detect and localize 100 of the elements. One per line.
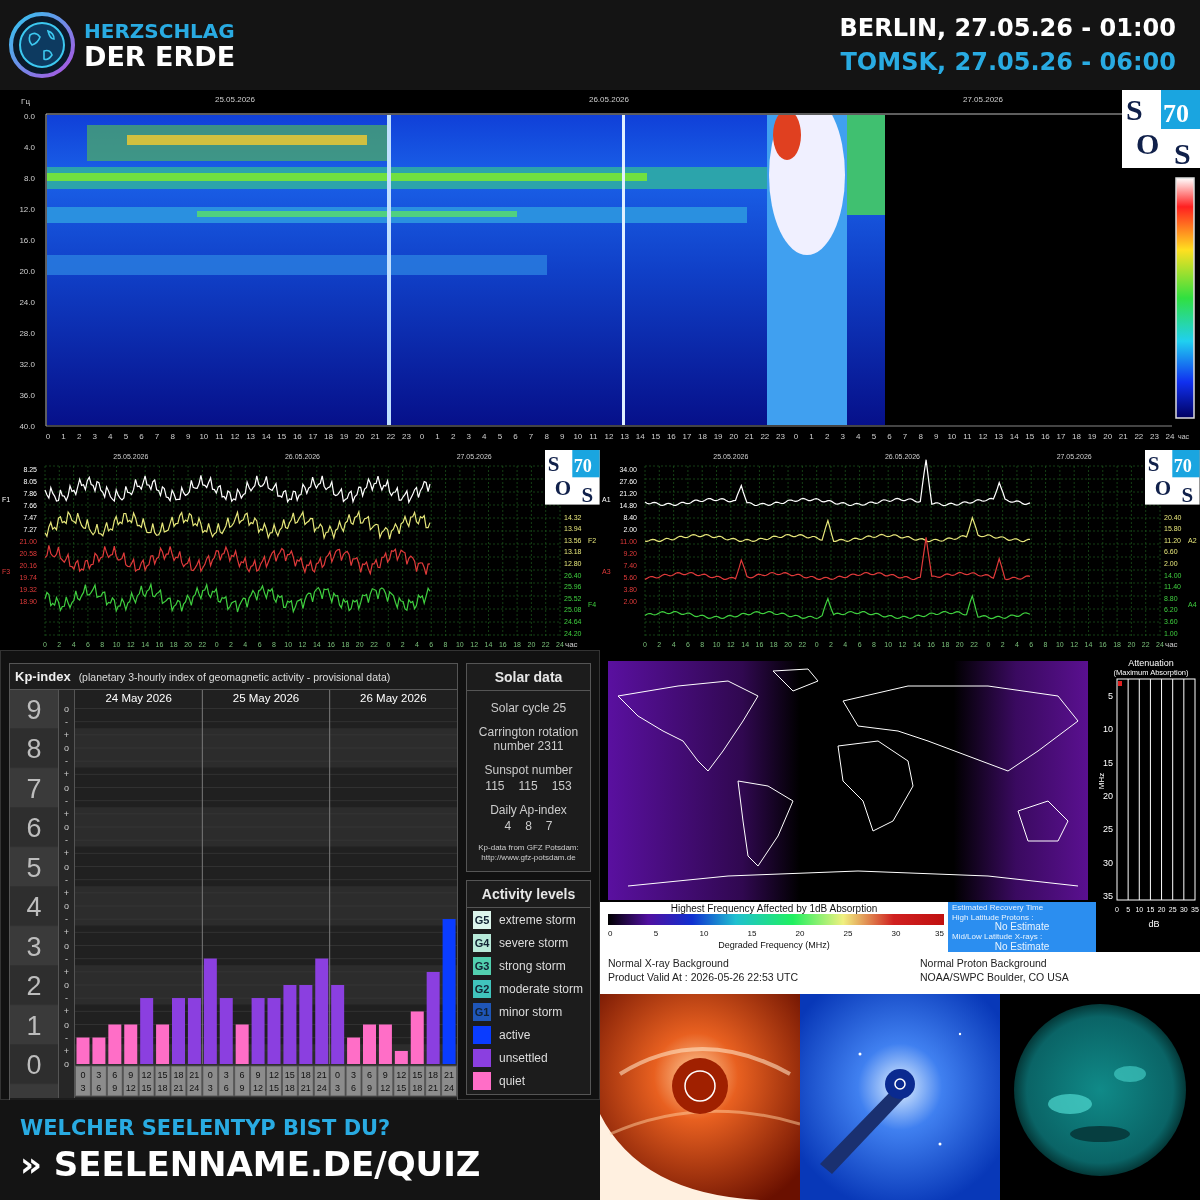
axis-tick: 2	[450, 432, 456, 441]
axis-tick: 21 24	[186, 1065, 203, 1097]
axis-tick: 0	[608, 929, 613, 938]
date-label: 26.05.2026	[589, 95, 629, 104]
axis-tick: 15	[277, 432, 287, 441]
axis-tick: 15	[651, 432, 661, 441]
promo-question: WELCHER SEELENTYP BIST DU?	[20, 1116, 392, 1140]
axis-tick: 24	[1165, 432, 1175, 441]
solar-value: 115	[485, 779, 505, 793]
axis-tick: 13	[246, 432, 256, 441]
axis-label: MHz	[1097, 772, 1106, 790]
axis-tick: 18	[324, 432, 333, 441]
axis-tick: o	[64, 980, 69, 990]
axis-tick: 15	[1025, 432, 1035, 441]
x-tick-label: 3 6	[351, 1070, 357, 1093]
axis-tick: 0 3	[75, 1065, 91, 1097]
axis-tick: -	[65, 795, 68, 806]
axis-tick: 6	[887, 432, 892, 441]
axis-tick: 5	[26, 852, 42, 883]
axis-tick: 30	[891, 929, 901, 938]
axis-tick: 3 6	[218, 1065, 235, 1097]
axis-tick: 19	[339, 432, 349, 441]
legend-label: active	[499, 1027, 531, 1042]
axis-tick: 1	[809, 432, 814, 441]
solar-label: Sunspot number	[484, 763, 573, 777]
axis-tick: -	[65, 914, 68, 925]
axis-tick: -	[65, 756, 68, 767]
x-tick-label: 0 3	[80, 1070, 86, 1093]
axis-tick: 32.0	[19, 360, 35, 369]
axis-tick: o	[64, 901, 69, 911]
axis-tick: 12	[230, 432, 240, 441]
date-label: 25.05.2026	[215, 95, 255, 104]
axis-tick: 35	[1103, 890, 1113, 901]
axis-tick: 1	[435, 432, 440, 441]
axis-tick: +	[63, 729, 70, 740]
x-tick-label: 9 12	[125, 1070, 136, 1093]
axis-tick: 9 12	[122, 1065, 139, 1097]
axis-tick: 9	[560, 432, 565, 441]
axis-tick: +	[63, 887, 70, 898]
axis-tick: 13	[620, 432, 630, 441]
axis-tick: 18 21	[170, 1065, 187, 1097]
promo-link[interactable]: » SEELENNAME.DE/QUIZ	[20, 1144, 600, 1184]
axis-tick: -	[65, 874, 68, 885]
scale-title: Highest Frequency Affected by 1dB Absorption	[670, 903, 878, 914]
date-label: 27.05.2026	[963, 95, 1003, 104]
axis-tick: 10	[199, 432, 209, 441]
level-badge: G5	[473, 910, 491, 929]
axis-tick: 21	[744, 432, 754, 441]
source-note: Kp-data from GFZ Potsdam:	[478, 843, 579, 853]
axis-tick: 5	[653, 929, 659, 938]
axis-tick: o	[64, 1059, 69, 1069]
x-tick-label: 6 9	[112, 1070, 118, 1093]
axis-tick: 18	[1072, 432, 1081, 441]
axis-tick: 11	[215, 432, 224, 441]
axis-tick: 0.0	[23, 112, 35, 121]
axis-tick: -	[65, 835, 68, 846]
axis-tick: 3	[92, 432, 97, 441]
axis-tick: +	[63, 808, 70, 819]
recovery-title: Estimated Recovery Time	[952, 903, 1045, 913]
level-badge: G2	[473, 979, 491, 998]
date-label: 25 May 2026	[232, 692, 300, 704]
axis-tick: +	[63, 927, 70, 938]
x-tick-label: 15 18	[157, 1070, 168, 1093]
axis-tick: 12 15	[138, 1065, 155, 1097]
axis-tick: 12.0	[19, 205, 35, 214]
axis-tick: 21 24	[313, 1065, 330, 1097]
legend-label: quiet	[499, 1073, 526, 1088]
axis-tick: 15 18	[409, 1065, 426, 1097]
status-text: Normal X-ray Background	[608, 956, 730, 970]
chart-title: Attenuation	[1128, 658, 1174, 668]
axis-tick: 4	[108, 432, 113, 441]
level-badge: G3	[473, 956, 491, 975]
x-tick-label: 18 21	[428, 1070, 439, 1093]
time-label: BERLIN, 27.05.26 - 01:00	[839, 13, 1176, 44]
axis-tick: 10	[573, 432, 583, 441]
axis-tick: 6 9	[106, 1065, 123, 1097]
axis-tick: 6 9	[234, 1065, 251, 1097]
axis-tick: o	[64, 940, 69, 951]
axis-tick: 4	[482, 432, 487, 441]
axis-label: Degraded Frequency (MHz)	[718, 940, 830, 950]
axis-tick: 2	[26, 971, 42, 1001]
axis-tick: 8	[918, 432, 923, 441]
axis-tick: 12 15	[393, 1065, 410, 1097]
axis-tick: 9	[26, 694, 42, 725]
solar-label: Daily Ap-index	[490, 803, 567, 817]
solar-label: Solar cycle 25	[490, 701, 567, 715]
axis-tick: 0 3	[329, 1065, 346, 1097]
axis-tick: 12	[978, 432, 988, 441]
x-tick-label: 3 6	[96, 1070, 102, 1093]
axis-tick: 17	[1056, 432, 1066, 441]
axis-tick: 18 21	[425, 1065, 442, 1097]
axis-tick: 1	[61, 432, 66, 441]
axis-tick: 4	[26, 892, 42, 922]
axis-tick: 25	[1103, 824, 1113, 835]
absorption-mark	[1118, 681, 1122, 686]
axis-tick: 40.0	[19, 422, 35, 431]
x-tick-label: 6 9	[239, 1070, 245, 1093]
axis-tick: 9 12	[377, 1065, 394, 1097]
axis-tick: +	[63, 1045, 70, 1056]
x-tick-label: 0 3	[335, 1070, 341, 1093]
